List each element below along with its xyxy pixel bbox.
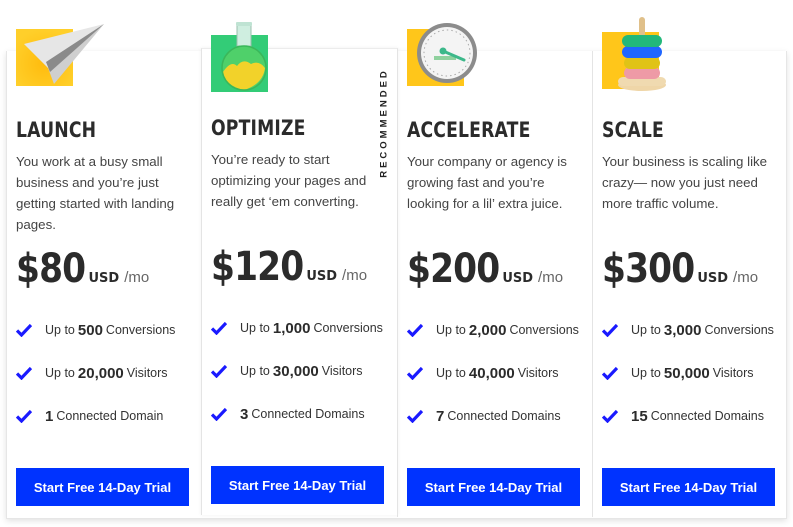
- feature-value: 20,000: [77, 364, 124, 382]
- feature-value: 15: [631, 407, 648, 425]
- feature-suffix: Connected Domains: [251, 407, 365, 421]
- feature-prefix: Up to: [631, 323, 661, 337]
- speedometer-icon: [407, 23, 477, 86]
- plan-description: You work at a busy small business and yo…: [16, 154, 175, 232]
- plan-card-accelerate: ACCELERATE Your company or agency is gro…: [397, 23, 593, 517]
- feature-suffix: Visitors: [517, 366, 559, 380]
- price-currency: USD: [306, 269, 338, 284]
- price-amount: $80: [16, 246, 86, 292]
- feature-item: Up to 500 Conversions: [16, 319, 175, 341]
- price-currency: USD: [697, 271, 729, 286]
- feature-prefix: Up to: [240, 321, 270, 335]
- checkmark-icon: [407, 366, 423, 380]
- feature-value: 3: [240, 405, 249, 423]
- checkmark-icon: [602, 366, 618, 380]
- feature-value: 30,000: [272, 362, 319, 380]
- feature-prefix: Up to: [436, 323, 466, 337]
- start-trial-button[interactable]: Start Free 14-Day Trial: [211, 466, 384, 504]
- feature-value: 1,000: [272, 319, 311, 337]
- feature-item: Up to 20,000 Visitors: [16, 362, 175, 384]
- feature-value: 3,000: [663, 321, 702, 339]
- price-currency: USD: [502, 271, 534, 286]
- plan-price: $80 USD /mo: [16, 246, 149, 292]
- feature-value: 7: [436, 407, 445, 425]
- plan-price: $300 USD /mo: [602, 246, 758, 292]
- plan-card-optimize: RECOMMENDED OPTIMIZE You’re ready to sta…: [201, 22, 398, 515]
- plan-name: ACCELERATE: [407, 118, 531, 142]
- feature-item: 1 Connected Domain: [16, 405, 175, 427]
- plan-name: LAUNCH: [16, 118, 97, 142]
- feature-item: Up to 3,000 Conversions: [602, 319, 774, 341]
- checkmark-icon: [16, 366, 32, 380]
- checkmark-icon: [16, 409, 32, 423]
- feature-suffix: Visitors: [712, 366, 754, 380]
- feature-list: Up to 500 Conversions Up to 20,000 Visit…: [16, 319, 175, 448]
- price-amount: $120: [211, 244, 304, 290]
- flask-icon: [211, 22, 268, 92]
- feature-list: Up to 1,000 Conversions Up to 30,000 Vis…: [211, 317, 383, 446]
- feature-value: 1: [45, 407, 54, 425]
- checkmark-icon: [602, 323, 618, 337]
- feature-prefix: Up to: [631, 366, 661, 380]
- feature-suffix: Connected Domains: [650, 409, 764, 423]
- plan-name: SCALE: [602, 118, 664, 142]
- feature-suffix: Conversions: [313, 321, 383, 335]
- plan-description: Your business is scaling like crazy— now…: [602, 154, 768, 211]
- feature-list: Up to 3,000 Conversions Up to 50,000 Vis…: [602, 319, 774, 448]
- feature-suffix: Conversions: [704, 323, 774, 337]
- feature-value: 500: [77, 321, 103, 339]
- plan-name: OPTIMIZE: [211, 116, 306, 140]
- feature-prefix: Up to: [45, 323, 75, 337]
- start-trial-button[interactable]: Start Free 14-Day Trial: [602, 468, 775, 506]
- checkmark-icon: [16, 323, 32, 337]
- feature-item: 7 Connected Domains: [407, 405, 579, 427]
- paper-plane-icon: [16, 24, 104, 86]
- feature-prefix: Up to: [436, 366, 466, 380]
- feature-list: Up to 2,000 Conversions Up to 40,000 Vis…: [407, 319, 579, 448]
- feature-value: 40,000: [468, 364, 515, 382]
- feature-item: Up to 40,000 Visitors: [407, 362, 579, 384]
- plan-card-scale: SCALE Your business is scaling like craz…: [592, 17, 786, 517]
- feature-suffix: Visitors: [321, 364, 363, 378]
- price-amount: $300: [602, 246, 695, 292]
- plan-card-launch: LAUNCH You work at a busy small business…: [7, 24, 202, 517]
- feature-item: Up to 1,000 Conversions: [211, 317, 383, 339]
- feature-prefix: Up to: [45, 366, 75, 380]
- feature-prefix: Up to: [240, 364, 270, 378]
- stacking-rings-icon: [602, 17, 666, 91]
- feature-item: 15 Connected Domains: [602, 405, 774, 427]
- plan-description: You’re ready to start optimizing your pa…: [211, 152, 367, 209]
- plan-description: Your company or agency is growing fast a…: [407, 154, 567, 211]
- checkmark-icon: [602, 409, 618, 423]
- price-period: /mo: [124, 269, 150, 286]
- plan-price: $200 USD /mo: [407, 246, 563, 292]
- checkmark-icon: [407, 409, 423, 423]
- feature-item: Up to 30,000 Visitors: [211, 360, 383, 382]
- feature-suffix: Conversions: [105, 323, 176, 337]
- feature-suffix: Conversions: [509, 323, 579, 337]
- feature-value: 2,000: [468, 321, 507, 339]
- price-period: /mo: [538, 269, 564, 286]
- price-currency: USD: [88, 271, 120, 286]
- checkmark-icon: [211, 407, 227, 421]
- checkmark-icon: [211, 364, 227, 378]
- plan-price: $120 USD /mo: [211, 244, 367, 290]
- feature-suffix: Visitors: [126, 366, 168, 380]
- checkmark-icon: [407, 323, 423, 337]
- feature-item: Up to 50,000 Visitors: [602, 362, 774, 384]
- start-trial-button[interactable]: Start Free 14-Day Trial: [16, 468, 189, 506]
- feature-item: 3 Connected Domains: [211, 403, 383, 425]
- feature-suffix: Connected Domain: [56, 409, 164, 423]
- checkmark-icon: [211, 321, 227, 335]
- price-period: /mo: [733, 269, 759, 286]
- feature-item: Up to 2,000 Conversions: [407, 319, 579, 341]
- feature-value: 50,000: [663, 364, 710, 382]
- start-trial-button[interactable]: Start Free 14-Day Trial: [407, 468, 580, 506]
- price-amount: $200: [407, 246, 500, 292]
- feature-suffix: Connected Domains: [447, 409, 561, 423]
- price-period: /mo: [342, 267, 368, 284]
